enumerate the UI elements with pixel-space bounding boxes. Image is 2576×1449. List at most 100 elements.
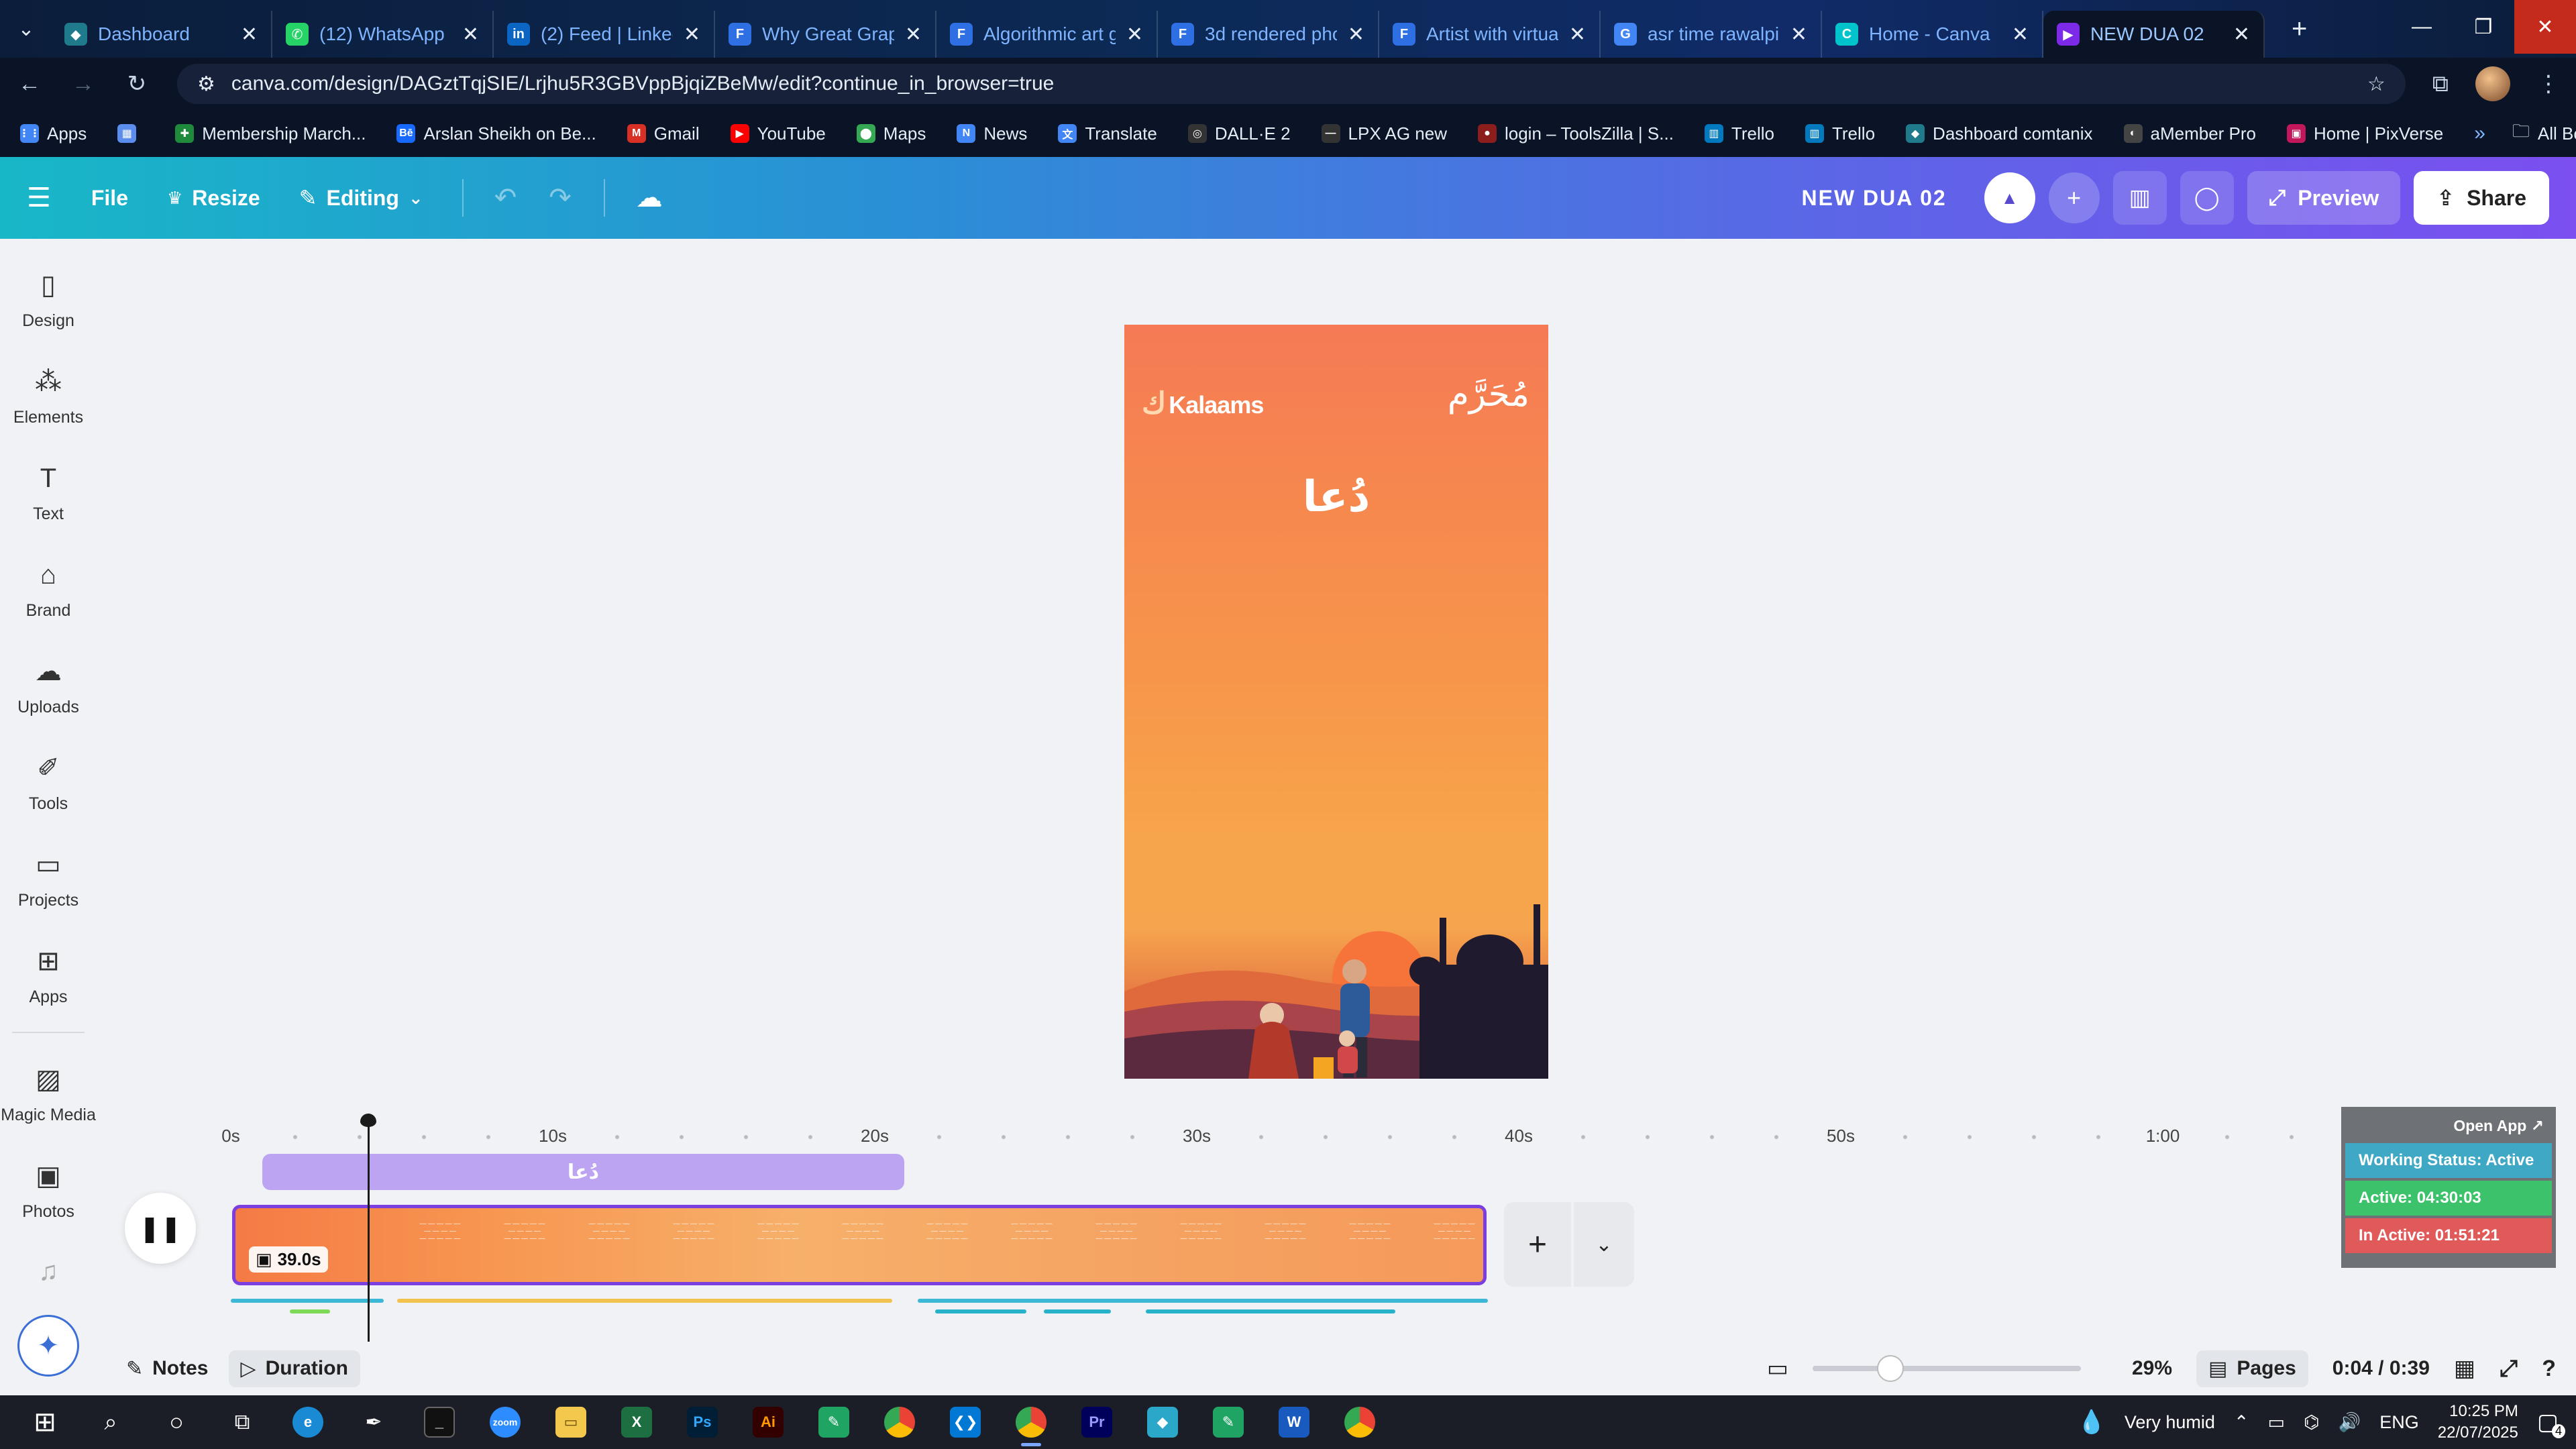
design-canvas[interactable]: ك Kalaams مُحَرَّم دُعا (1124, 325, 1548, 1079)
insights-chart-icon[interactable]: ▥ (2112, 171, 2167, 225)
premiere-icon[interactable]: Pr (1064, 1395, 1130, 1449)
team-avatar[interactable]: ▲ (1984, 172, 2035, 223)
task-view-icon[interactable]: ⧉ (209, 1395, 275, 1449)
tab-close-icon[interactable]: ✕ (2233, 23, 2250, 46)
fullscreen-icon[interactable]: ⤢ (2500, 1356, 2518, 1382)
preview-button[interactable]: ⤢ Preview (2247, 171, 2401, 225)
tab-close-icon[interactable]: ✕ (1569, 23, 1586, 46)
site-info-icon[interactable]: ⚙ (197, 72, 215, 96)
tab-close-icon[interactable]: ✕ (1348, 23, 1364, 46)
design-title[interactable]: NEW DUA 02 (1802, 186, 1947, 211)
edge-icon[interactable]: e (275, 1395, 341, 1449)
share-button[interactable]: ⇪ Share (2414, 171, 2549, 225)
file-menu-button[interactable]: File (91, 186, 128, 211)
profile-avatar[interactable] (2475, 66, 2510, 101)
tab-close-icon[interactable]: ✕ (462, 23, 479, 46)
bookmark-item[interactable]: N News (957, 123, 1027, 144)
sidebar-item-design[interactable]: ▯ Design (0, 266, 97, 331)
cloud-saved-icon[interactable]: ☁ (636, 182, 663, 213)
browser-tab[interactable]: F Artist with virtual ✕ (1379, 11, 1601, 58)
chrome-icon-2[interactable] (1327, 1395, 1393, 1449)
reload-button[interactable]: ↻ (123, 70, 150, 97)
browser-tab[interactable]: in (2) Feed | LinkedIn ✕ (494, 11, 715, 58)
network-icon[interactable]: ⌬ (2304, 1412, 2320, 1433)
chrome-icon[interactable] (867, 1395, 932, 1449)
volume-icon[interactable]: 🔊 (2339, 1411, 2361, 1433)
browser-tab[interactable]: ▶ NEW DUA 02 ✕ (2043, 11, 2265, 58)
main-menu-button[interactable]: ☰ (27, 182, 51, 213)
editing-mode-dropdown[interactable]: ✎ Editing ⌄ (299, 185, 423, 211)
video-clip[interactable]: ▣ 39.0s — — — — — — — — — — — — — — — — — —… (232, 1205, 1487, 1285)
pause-button[interactable]: ❚❚ (125, 1193, 196, 1264)
weather-text[interactable]: Very humid (2125, 1412, 2215, 1433)
windows-start-icon[interactable]: ⊞ (12, 1395, 78, 1449)
forward-button[interactable]: → (70, 71, 97, 97)
help-icon[interactable]: ? (2542, 1356, 2556, 1382)
time-ruler[interactable]: 0s 10s 20s 30s 40s 50s 1:00 (215, 1126, 2361, 1152)
app-diamond-icon[interactable]: ◆ (1130, 1395, 1195, 1449)
back-button[interactable]: ← (16, 71, 43, 97)
sidebar-item-brand[interactable]: ⌂ Brand (0, 555, 97, 621)
add-page-options-icon[interactable]: ⌄ (1574, 1202, 1634, 1287)
bookmark-item[interactable]: ◎ DALL·E 2 (1187, 123, 1291, 144)
zoom-percent[interactable]: 29% (2132, 1357, 2172, 1380)
pen-tool-icon[interactable]: ✒ (341, 1395, 407, 1449)
url-text[interactable]: canva.com/design/DAGztTqjSIE/Lrjhu5R3GBV… (231, 72, 2351, 95)
photoshop-icon[interactable]: Ps (669, 1395, 735, 1449)
tab-search-chevron-icon[interactable]: ⌄ (9, 7, 43, 51)
browser-tab[interactable]: F Why Great Graphic ✕ (715, 11, 936, 58)
search-icon[interactable]: ⌕ (78, 1395, 144, 1449)
sidebar-item-text[interactable]: T Text (0, 459, 97, 524)
playhead[interactable] (368, 1114, 370, 1342)
tab-close-icon[interactable]: ✕ (1126, 23, 1143, 46)
close-window-button[interactable]: ✕ (2514, 0, 2576, 54)
tab-close-icon[interactable]: ✕ (1790, 23, 1807, 46)
sheets-app-icon[interactable]: ✎ (801, 1395, 867, 1449)
bookmark-item[interactable]: ▦ (117, 124, 144, 143)
illustrator-icon[interactable]: Ai (735, 1395, 801, 1449)
minimize-button[interactable]: — (2391, 0, 2453, 54)
audio-track[interactable]: دُعا (262, 1154, 904, 1190)
duration-button[interactable]: ▷ Duration (228, 1350, 360, 1387)
sidebar-item-tools[interactable]: ✐ Tools (0, 749, 97, 814)
bookmark-item[interactable]: ◐ aMember Pro (2123, 123, 2256, 144)
tab-close-icon[interactable]: ✕ (241, 23, 258, 46)
more-bookmarks-icon[interactable]: » (2474, 122, 2485, 145)
bookmark-item[interactable]: — LPX AG new (1321, 123, 1447, 144)
bookmark-item[interactable]: ◆ Dashboard comtanix (1906, 123, 2093, 144)
pages-button[interactable]: ▤ Pages (2196, 1350, 2308, 1387)
sidebar-item-uploads[interactable]: ☁ Uploads (0, 652, 97, 717)
clock[interactable]: 10:25 PM 22/07/2025 (2438, 1401, 2518, 1444)
vscode-icon[interactable]: ❮❯ (932, 1395, 998, 1449)
browser-tab[interactable]: C Home - Canva ✕ (1822, 11, 2043, 58)
browser-tab[interactable]: G asr time rawalpind ✕ (1601, 11, 1822, 58)
bookmark-item[interactable]: ⬤ Maps (856, 123, 926, 144)
zoom-slider-knob[interactable] (1877, 1355, 1904, 1382)
restore-button[interactable]: ❐ (2453, 0, 2514, 54)
url-omnibox[interactable]: ⚙ canva.com/design/DAGztTqjSIE/Lrjhu5R3G… (177, 64, 2406, 104)
bookmark-item[interactable]: Bē Arslan Sheikh on Be... (396, 123, 596, 144)
dua-heading[interactable]: دُعا (1124, 472, 1548, 522)
sidebar-item-projects[interactable]: ▭ Projects (0, 845, 97, 910)
bookmark-item[interactable]: ▶ YouTube (730, 123, 826, 144)
browser-tab[interactable]: F 3d rendered phot ✕ (1158, 11, 1379, 58)
extensions-icon[interactable]: ⧉ (2432, 71, 2449, 97)
notes-button[interactable]: ✎ Notes (114, 1350, 221, 1387)
add-collaborator-button[interactable]: + (2048, 172, 2100, 223)
muharram-calligraphy[interactable]: مُحَرَّم (1448, 374, 1529, 415)
sheets-app-icon-2[interactable]: ✎ (1195, 1395, 1261, 1449)
bookmark-item[interactable]: ▥ Trello (1704, 123, 1774, 144)
zoom-slider[interactable] (1813, 1355, 2081, 1382)
bookmark-item[interactable]: 文 Translate (1058, 123, 1157, 144)
language-indicator[interactable]: ENG (2379, 1412, 2419, 1433)
browser-tab[interactable]: ✆ (12) WhatsApp ✕ (272, 11, 494, 58)
page-layout-icon[interactable]: ▭ (1767, 1355, 1788, 1382)
bookmark-item[interactable]: ▣ Home | PixVerse (2287, 123, 2443, 144)
redo-button[interactable]: ↷ (549, 182, 572, 213)
chrome-active-icon[interactable] (998, 1395, 1064, 1449)
bookmark-item[interactable]: M Gmail (627, 123, 700, 144)
kalaams-logo[interactable]: ك Kalaams (1142, 386, 1264, 421)
bookmark-item[interactable]: ▥ Trello (1805, 123, 1875, 144)
notifications-button[interactable]: ▢ 4 (2537, 1409, 2565, 1438)
excel-icon[interactable]: X (604, 1395, 669, 1449)
